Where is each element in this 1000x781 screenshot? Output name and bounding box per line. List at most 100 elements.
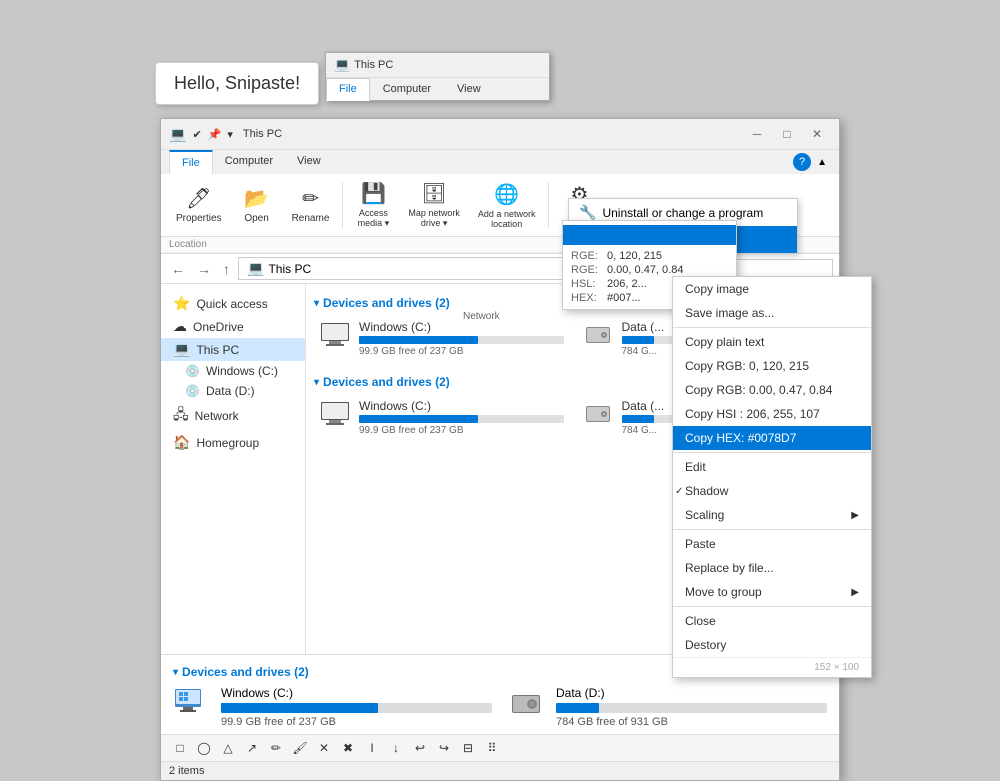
tool-text[interactable]: I <box>361 737 383 759</box>
tool-crop[interactable]: ⊟ <box>457 737 479 759</box>
cm-copy-rgb-2[interactable]: Copy RGB: 0.00, 0.47, 0.84 <box>673 378 871 402</box>
hex-label: HEX: <box>571 292 603 304</box>
pin-icon: 📌 <box>208 128 222 141</box>
shadow-window: 💻 This PC File Computer View <box>325 52 550 101</box>
add-network-location-button[interactable]: 🌐 Add a networklocation <box>471 179 543 232</box>
tool-eraser[interactable]: ✖ <box>337 737 359 759</box>
sidebar-item-onedrive[interactable]: ☁ OneDrive <box>161 315 305 338</box>
bottom-drive-c[interactable]: Windows (C:) 99.9 GB free of 237 GB <box>173 685 492 728</box>
cm-move-group-arrow: ▶ <box>851 587 859 598</box>
titlebar-left: 💻 ✔ 📌 ▾ This PC <box>169 126 282 143</box>
bottom-drive-c-name: Windows (C:) <box>221 686 492 700</box>
close-button[interactable]: ✕ <box>803 124 831 144</box>
collapse-ribbon-icon[interactable]: ▲ <box>817 157 827 168</box>
bottom-drives-grid: Windows (C:) 99.9 GB free of 237 GB <box>173 685 827 728</box>
sidebar-item-thispc[interactable]: 💻 This PC <box>161 338 305 361</box>
up-button[interactable]: ↑ <box>219 259 234 279</box>
tool-undo[interactable]: ↩ <box>409 737 431 759</box>
drive-item-c-1[interactable]: Windows (C:) 99.9 GB free of 237 GB <box>314 314 569 363</box>
rge-val-1: 0, 120, 215 <box>607 250 662 262</box>
cm-shadow[interactable]: Shadow <box>673 479 871 503</box>
network-icon: 🖧 <box>173 404 189 428</box>
section-toggle-1[interactable]: ▾ <box>314 298 319 309</box>
cm-sep-1 <box>673 327 871 328</box>
drive-d-bar-2 <box>622 415 655 423</box>
drive-item-c-2[interactable]: Windows (C:) 99.9 GB free of 237 GB <box>314 393 569 442</box>
bottom-drive-d-bar-container <box>556 703 827 713</box>
sidebar-item-windows-c[interactable]: 💿 Windows (C:) <box>161 361 305 381</box>
tool-arrow[interactable]: △ <box>217 737 239 759</box>
cm-shadow-label: Shadow <box>685 484 728 498</box>
ribbon-tab-view[interactable]: View <box>285 150 333 174</box>
tool-ellipse[interactable]: ◯ <box>193 737 215 759</box>
map-network-drive-button[interactable]: 🗄 Map networkdrive ▾ <box>401 178 467 232</box>
cm-scaling-arrow: ▶ <box>851 510 859 521</box>
explorer-titlebar: 💻 ✔ 📌 ▾ This PC ─ □ ✕ <box>161 119 839 150</box>
bottom-devices-title: Devices and drives (2) <box>182 665 309 679</box>
section-toggle-2[interactable]: ▾ <box>314 377 319 388</box>
bottom-drive-d-bar <box>556 703 599 713</box>
cm-copy-rgb-2-label: Copy RGB: 0.00, 0.47, 0.84 <box>685 383 832 397</box>
cm-copy-plain[interactable]: Copy plain text <box>673 330 871 354</box>
properties-button[interactable]: 🖊 Properties <box>169 183 229 227</box>
cm-scaling-label: Scaling <box>685 508 724 522</box>
rename-button[interactable]: ✏ Rename <box>285 183 337 227</box>
tool-rect[interactable]: □ <box>169 737 191 759</box>
bottom-drive-d[interactable]: Data (D:) 784 GB free of 931 GB <box>508 685 827 728</box>
shadow-titlebar: 💻 This PC <box>326 53 549 78</box>
ribbon-tab-file[interactable]: File <box>169 150 213 174</box>
tool-line-arrow[interactable]: ↗ <box>241 737 263 759</box>
cm-copy-hsi[interactable]: Copy HSI : 206, 255, 107 <box>673 402 871 426</box>
bottom-drive-d-name: Data (D:) <box>556 686 827 700</box>
sidebar-item-homegroup[interactable]: 🏠 Homegroup <box>161 431 305 454</box>
cm-replace[interactable]: Replace by file... <box>673 556 871 580</box>
cm-close[interactable]: Close <box>673 609 871 633</box>
cm-edit[interactable]: Edit <box>673 455 871 479</box>
cm-copy-hex-label: Copy HEX: #0078D7 <box>685 431 796 445</box>
hsl-label: HSL: <box>571 278 603 290</box>
cm-copy-hex[interactable]: Copy HEX: #0078D7 <box>673 426 871 450</box>
bottom-drive-d-icon <box>508 685 548 728</box>
shadow-tab-view[interactable]: View <box>444 78 494 100</box>
open-button[interactable]: 📂 Open <box>233 183 281 227</box>
bottom-section-toggle[interactable]: ▾ <box>173 667 178 678</box>
ribbon-separator-2 <box>548 182 549 228</box>
maximize-button[interactable]: □ <box>773 124 801 144</box>
cm-destroy[interactable]: Destory <box>673 633 871 657</box>
cm-move-group[interactable]: Move to group ▶ <box>673 580 871 604</box>
cm-paste[interactable]: Paste <box>673 532 871 556</box>
tool-more[interactable]: ⠿ <box>481 737 503 759</box>
window-controls: ─ □ ✕ <box>743 124 831 144</box>
shadow-tab-computer[interactable]: Computer <box>370 78 444 100</box>
sidebar-item-data-d[interactable]: 💿 Data (D:) <box>161 381 305 401</box>
tool-redo[interactable]: ↪ <box>433 737 455 759</box>
tool-brush[interactable]: 🖌 <box>289 737 311 759</box>
tool-mosaic[interactable]: ✕ <box>313 737 335 759</box>
sidebar-item-network[interactable]: 🖧 Network <box>161 401 305 431</box>
rge-label-1: RGE: <box>571 250 603 262</box>
minimize-button[interactable]: ─ <box>743 124 771 144</box>
add-network-location-icon: 🌐 <box>494 182 519 207</box>
forward-button[interactable]: → <box>193 259 215 279</box>
drive-c-info-2: Windows (C:) 99.9 GB free of 237 GB <box>359 399 564 436</box>
help-icon[interactable]: ? <box>793 153 811 171</box>
drive-c-bar-2 <box>359 415 478 423</box>
cm-copy-image[interactable]: Copy image <box>673 277 871 301</box>
cm-footer-text: 152 × 100 <box>814 662 859 673</box>
back-button[interactable]: ← <box>167 259 189 279</box>
tool-pencil[interactable]: ✏ <box>265 737 287 759</box>
ribbon-tab-computer[interactable]: Computer <box>213 150 285 174</box>
shadow-tabs: File Computer View <box>326 78 549 100</box>
cm-scaling[interactable]: Scaling ▶ <box>673 503 871 527</box>
cm-copy-rgb-1-label: Copy RGB: 0, 120, 215 <box>685 359 809 373</box>
open-label: Open <box>244 213 268 224</box>
tool-download[interactable]: ↓ <box>385 737 407 759</box>
sidebar-item-quickaccess[interactable]: ⭐ Quick access <box>161 292 305 315</box>
cm-save-image[interactable]: Save image as... <box>673 301 871 325</box>
access-media-button[interactable]: 💾 Accessmedia ▾ <box>349 178 397 232</box>
shadow-tab-file[interactable]: File <box>326 78 370 101</box>
cm-replace-label: Replace by file... <box>685 561 774 575</box>
cm-copy-rgb-1[interactable]: Copy RGB: 0, 120, 215 <box>673 354 871 378</box>
title-text: This PC <box>243 128 282 140</box>
cm-save-image-label: Save image as... <box>685 306 774 320</box>
